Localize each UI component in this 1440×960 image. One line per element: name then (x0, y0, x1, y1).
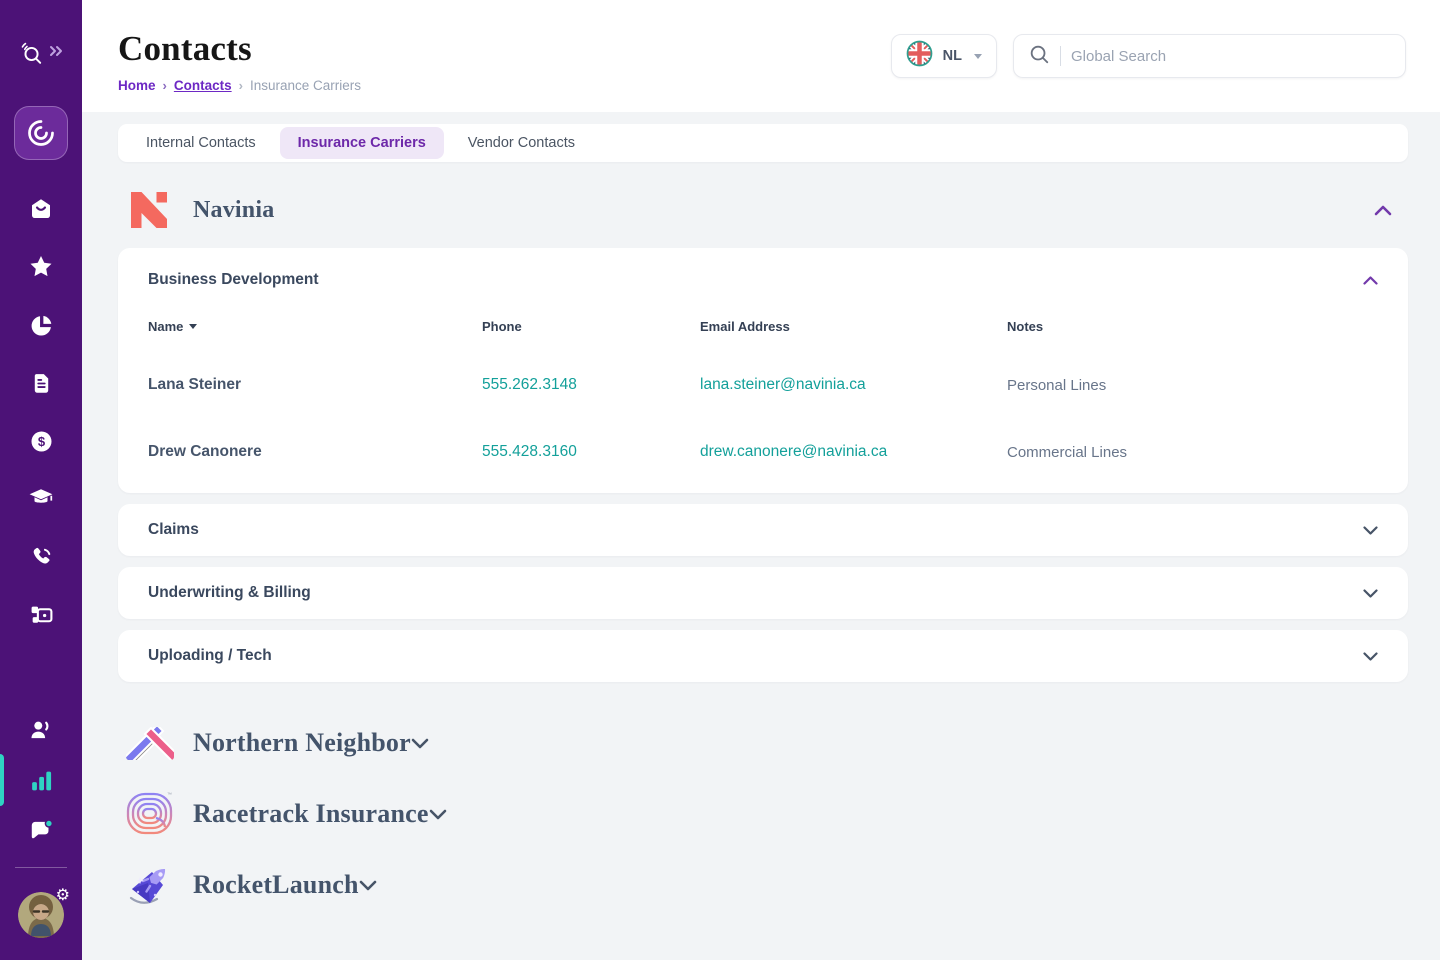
search-icon[interactable] (19, 40, 45, 66)
contact-email-link[interactable]: lana.steiner@navinia.ca (700, 376, 1007, 394)
breadcrumb: Home › Contacts › Insurance Carriers (118, 78, 361, 93)
avatar[interactable]: ⚙ (18, 892, 64, 938)
sidebar-nav: $ (28, 196, 54, 628)
column-header-email: Email Address (700, 319, 1007, 334)
northern-neighbor-logo-icon (125, 727, 175, 760)
contact-name: Drew Canonere (148, 443, 482, 461)
contacts-tab-bar: Internal Contacts Insurance Carriers Ven… (118, 124, 1408, 162)
expand-sidebar-icon[interactable] (49, 44, 64, 62)
global-search-input[interactable] (1071, 48, 1391, 65)
chat-icon[interactable] (28, 817, 54, 843)
chevron-up-icon[interactable] (1363, 276, 1378, 285)
column-label: Name (148, 319, 183, 334)
pie-chart-icon[interactable] (28, 312, 54, 338)
global-search (1013, 34, 1406, 78)
contact-cards-icon[interactable] (28, 602, 54, 628)
chevron-down-icon[interactable] (411, 738, 429, 749)
education-icon[interactable] (28, 486, 54, 512)
tab-insurance-carriers[interactable]: Insurance Carriers (280, 127, 444, 159)
carrier-name: RocketLaunch (193, 870, 359, 900)
chevron-down-icon[interactable] (359, 880, 377, 891)
contact-name: Lana Steiner (148, 376, 482, 394)
main-area: Contacts Home › Contacts › Insurance Car… (82, 0, 1440, 960)
svg-text:$: $ (37, 433, 45, 448)
navinia-logo-icon (125, 192, 175, 228)
star-icon[interactable] (28, 254, 54, 280)
section-claims[interactable]: Claims (118, 504, 1408, 556)
carrier-name: Racetrack Insurance (193, 799, 429, 829)
gear-icon: ⚙ (56, 888, 70, 904)
rocketlaunch-logo-icon (125, 862, 175, 908)
breadcrumb-separator: › (239, 78, 243, 93)
breadcrumb-separator: › (163, 78, 167, 93)
carrier-name: Navinia (193, 197, 274, 224)
chevron-down-icon[interactable] (429, 809, 447, 820)
column-header-notes: Notes (1007, 319, 1378, 334)
contacts-table: Name Phone Email Address Notes Lana Stei… (148, 319, 1378, 461)
contact-notes: Personal Lines (1007, 377, 1378, 394)
section-title: Uploading / Tech (148, 647, 272, 665)
phone-icon[interactable] (28, 544, 54, 570)
search-icon (1028, 43, 1050, 70)
language-selector[interactable]: NL (891, 34, 997, 78)
column-header-phone: Phone (482, 319, 700, 334)
contact-email-link[interactable]: drew.canonere@navinia.ca (700, 443, 1007, 461)
carrier-header-northern-neighbor[interactable]: Northern Neighbor (118, 712, 1408, 774)
chevron-down-icon (974, 54, 982, 59)
document-icon[interactable] (28, 370, 54, 396)
breadcrumb-home[interactable]: Home (118, 78, 156, 93)
table-row: Drew Canonere 555.428.3160 drew.canonere… (148, 394, 1378, 461)
section-title: Claims (148, 521, 199, 539)
section-business-development: Business Development Name Phone Email Ad… (118, 248, 1408, 493)
page-title: Contacts (118, 30, 361, 69)
chevron-down-icon[interactable] (1363, 526, 1378, 535)
dollar-icon[interactable]: $ (28, 428, 54, 454)
tab-internal-contacts[interactable]: Internal Contacts (122, 127, 280, 159)
users-icon[interactable] (28, 717, 54, 743)
chevron-down-icon[interactable] (1363, 589, 1378, 598)
section-title: Underwriting & Billing (148, 584, 311, 602)
contact-phone-link[interactable]: 555.262.3148 (482, 376, 700, 394)
carrier-header-navinia[interactable]: Navinia (118, 180, 1408, 240)
table-header-row: Name Phone Email Address Notes (148, 319, 1378, 334)
carrier-header-rocketlaunch[interactable]: RocketLaunch (118, 854, 1408, 916)
tab-vendor-contacts[interactable]: Vendor Contacts (444, 127, 599, 159)
racetrack-insurance-logo-icon: ™ (125, 790, 175, 838)
section-underwriting-billing[interactable]: Underwriting & Billing (118, 567, 1408, 619)
home-icon[interactable] (28, 196, 54, 222)
language-code: NL (943, 48, 962, 64)
column-header-name[interactable]: Name (148, 319, 482, 334)
page-header: Contacts Home › Contacts › Insurance Car… (82, 0, 1440, 112)
sidebar-divider (15, 867, 67, 868)
contact-phone-link[interactable]: 555.428.3160 (482, 443, 700, 461)
bar-chart-icon[interactable] (28, 767, 54, 793)
carrier-name: Northern Neighbor (193, 728, 411, 758)
flag-icon (906, 40, 933, 72)
chevron-down-icon[interactable] (1363, 652, 1378, 661)
app-logo[interactable] (14, 106, 68, 160)
svg-text:™: ™ (167, 792, 172, 798)
chevron-up-icon[interactable] (1374, 205, 1392, 216)
sort-desc-icon (189, 324, 197, 329)
section-title: Business Development (148, 271, 319, 289)
carrier-header-racetrack-insurance[interactable]: ™ Racetrack Insurance (118, 783, 1408, 845)
breadcrumb-current: Insurance Carriers (250, 78, 361, 93)
contact-notes: Commercial Lines (1007, 444, 1378, 461)
sidebar: $ (0, 0, 82, 960)
section-uploading-tech[interactable]: Uploading / Tech (118, 630, 1408, 682)
breadcrumb-contacts[interactable]: Contacts (174, 78, 232, 93)
table-row: Lana Steiner 555.262.3148 lana.steiner@n… (148, 334, 1378, 394)
search-divider (1060, 46, 1061, 66)
